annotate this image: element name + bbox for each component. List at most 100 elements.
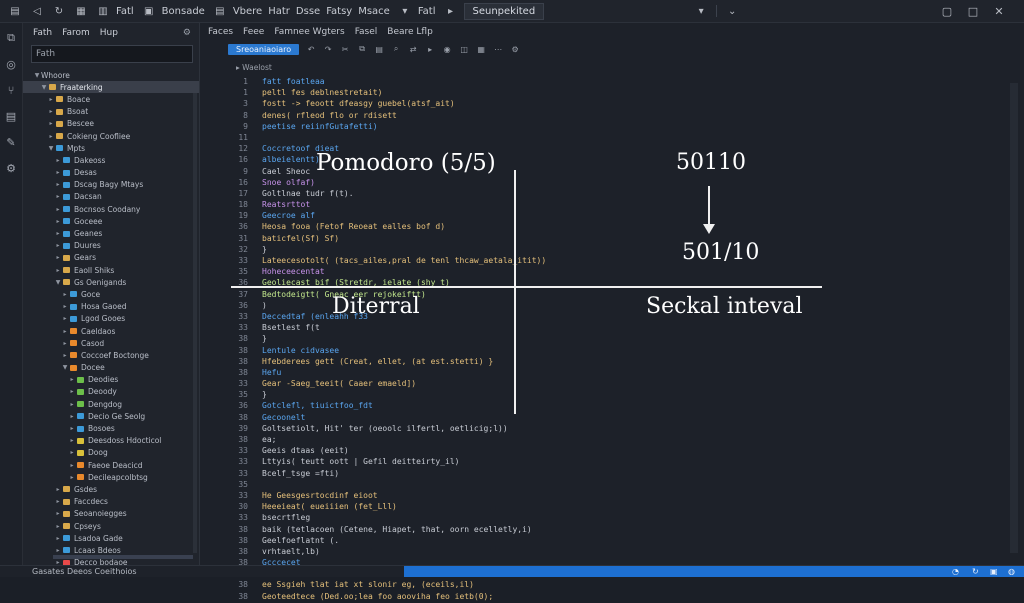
- chevron-right-icon[interactable]: ▸: [61, 291, 69, 298]
- tree-item[interactable]: ▸ Gsdes: [23, 483, 199, 495]
- code-line[interactable]: 16 Snoe olfaf): [210, 178, 830, 189]
- settings-icon[interactable]: ⚙: [0, 157, 22, 179]
- code-line[interactable]: 38 }: [210, 334, 830, 345]
- redo-icon[interactable]: ↷: [323, 45, 333, 54]
- code-line[interactable]: 33 Bcelf_tsge =fti): [210, 469, 830, 480]
- chevron-right-icon[interactable]: ▸: [54, 486, 62, 493]
- code-line[interactable]: 36 Gotclefl, tiuictfoo_fdt: [210, 401, 830, 412]
- chevron-right-icon[interactable]: ▸: [54, 157, 62, 164]
- fold-gutter[interactable]: [254, 88, 262, 99]
- code-text[interactable]: Bsetlest f(t: [262, 323, 320, 334]
- code-line[interactable]: 19 Geecroe alf: [210, 211, 830, 222]
- code-text[interactable]: Heosa fooa (Fetof Reoeat ealles bof d): [262, 222, 445, 233]
- code-line[interactable]: 38 Gecoonelt: [210, 413, 830, 424]
- search-icon[interactable]: ◎: [0, 53, 22, 75]
- search-input-text[interactable]: Fath: [36, 49, 55, 59]
- run-icon[interactable]: ▸: [425, 45, 435, 54]
- code-text[interactable]: He Geesgesrtocdinf eioot: [262, 491, 378, 502]
- fold-gutter[interactable]: [254, 245, 262, 256]
- tree-item[interactable]: ▸ Casod: [23, 337, 199, 349]
- find-icon[interactable]: ⌕: [391, 44, 401, 54]
- notification-icon[interactable]: ▣: [990, 566, 998, 577]
- save-icon[interactable]: ▣: [142, 5, 156, 17]
- fold-gutter[interactable]: [254, 379, 262, 390]
- fold-gutter[interactable]: [254, 547, 262, 558]
- fold-gutter[interactable]: [254, 502, 262, 513]
- extensions-icon[interactable]: ▤: [0, 105, 22, 127]
- fold-gutter[interactable]: [254, 167, 262, 178]
- fold-gutter[interactable]: [254, 222, 262, 233]
- chevron-right-icon[interactable]: ▸: [68, 376, 76, 383]
- code-text[interactable]: denes( rfleod flo or rdisett: [262, 111, 397, 122]
- fold-gutter[interactable]: [254, 536, 262, 547]
- fold-gutter[interactable]: [254, 368, 262, 379]
- menu-6[interactable]: Fatsy: [326, 6, 352, 17]
- code-text[interactable]: Hfebderees gett (Creat, ellet, (at est.s…: [262, 357, 493, 368]
- code-line[interactable]: 35 Hoheceecentat: [210, 267, 830, 278]
- tree-item[interactable]: ▸ Bosoes: [23, 422, 199, 434]
- fold-gutter[interactable]: [254, 424, 262, 435]
- chevron-right-icon[interactable]: ▸: [54, 267, 62, 274]
- code-text[interactable]: Geeis dtaas (eeit): [262, 446, 349, 457]
- tree-item[interactable]: ▸ Deesdoss Hdocticol: [23, 435, 199, 447]
- code-text[interactable]: Hoheceecentat: [262, 267, 325, 278]
- code-text[interactable]: baik (tetlacoen (Cetene, Hiapet, that, o…: [262, 525, 532, 536]
- debug-icon[interactable]: ◉: [442, 45, 452, 54]
- tree-item[interactable]: ▸ Hosa Gaoed: [23, 301, 199, 313]
- source-control-icon[interactable]: ⑂: [0, 79, 22, 101]
- tree-item[interactable]: ▸ Geanes: [23, 227, 199, 239]
- sidebar-menu-3[interactable]: Hup: [100, 28, 118, 38]
- tree-item[interactable]: ▸ Eaoll Shiks: [23, 264, 199, 276]
- fold-gutter[interactable]: [254, 580, 262, 591]
- minimap[interactable]: [1010, 83, 1018, 553]
- fold-gutter[interactable]: [254, 290, 262, 301]
- fold-gutter[interactable]: [254, 312, 262, 323]
- code-text[interactable]: ea;: [262, 435, 276, 446]
- breadcrumb-label[interactable]: Waelost: [242, 63, 272, 72]
- restore-icon[interactable]: ▢: [938, 2, 956, 20]
- fold-gutter[interactable]: [254, 77, 262, 88]
- fold-gutter[interactable]: [254, 390, 262, 401]
- chevron-right-icon[interactable]: ▸: [54, 498, 62, 505]
- tree-item[interactable]: ▸ Lsadoa Gade: [23, 532, 199, 544]
- fold-gutter[interactable]: [254, 491, 262, 502]
- editor-menu-4[interactable]: Fasel: [355, 27, 378, 37]
- chevron-right-icon[interactable]: ▸: [68, 425, 76, 432]
- code-text[interactable]: Cael Sheoc: [262, 167, 310, 178]
- tree-item[interactable]: ▸ Deoody: [23, 386, 199, 398]
- menu-4[interactable]: Hatr: [268, 6, 290, 17]
- code-text[interactable]: peltl fes deblnestretait): [262, 88, 382, 99]
- chevron-right-icon[interactable]: ▸: [54, 230, 62, 237]
- file-tab-title[interactable]: Seunpekited: [463, 2, 545, 20]
- editor-menu-3[interactable]: Famnee Wgters: [274, 27, 344, 37]
- fold-gutter[interactable]: [254, 211, 262, 222]
- code-line[interactable]: 11: [210, 133, 830, 144]
- tree-item[interactable]: ▸ Caeldaos: [23, 325, 199, 337]
- tree-item[interactable]: ▸ Bsoat: [23, 106, 199, 118]
- chevron-down-icon[interactable]: ▼: [47, 145, 55, 152]
- code-text[interactable]: peetise reiinfGutafetti): [262, 122, 378, 133]
- code-line[interactable]: 38 Hefu: [210, 368, 830, 379]
- chevron-right-icon[interactable]: ▸: [68, 437, 76, 444]
- code-line[interactable]: 35 }: [210, 390, 830, 401]
- cut-icon[interactable]: ✂: [340, 45, 350, 54]
- tree-item[interactable]: ▸ Faeoe Deacicd: [23, 459, 199, 471]
- code-text[interactable]: Snoe olfaf): [262, 178, 315, 189]
- menu-8[interactable]: Fatl: [418, 6, 436, 17]
- code-line[interactable]: 38 ee Ssgieh tlat iat xt slonir eg, (ece…: [210, 580, 830, 591]
- debug-icon[interactable]: ✎: [0, 131, 22, 153]
- split-icon[interactable]: ◫: [459, 45, 469, 54]
- undo-icon[interactable]: ↶: [306, 45, 316, 54]
- tree-item[interactable]: ▸ Dacsan: [23, 191, 199, 203]
- fold-gutter[interactable]: [254, 346, 262, 357]
- chevron-right-icon[interactable]: ▸: [54, 547, 62, 554]
- tree-item[interactable]: ▸ Decio Ge Seolg: [23, 410, 199, 422]
- search-input[interactable]: Fath: [31, 45, 193, 63]
- chevron-right-icon[interactable]: ▸: [61, 352, 69, 359]
- sidebar-menu-1[interactable]: Fath: [33, 28, 52, 38]
- tree-item[interactable]: ▸ Goceee: [23, 215, 199, 227]
- chevron-right-icon[interactable]: ▸: [54, 169, 62, 176]
- tree-item[interactable]: ▼ Docee: [23, 362, 199, 374]
- chevron-right-icon[interactable]: ▸: [54, 254, 62, 261]
- chevron-right-icon[interactable]: ▸: [68, 413, 76, 420]
